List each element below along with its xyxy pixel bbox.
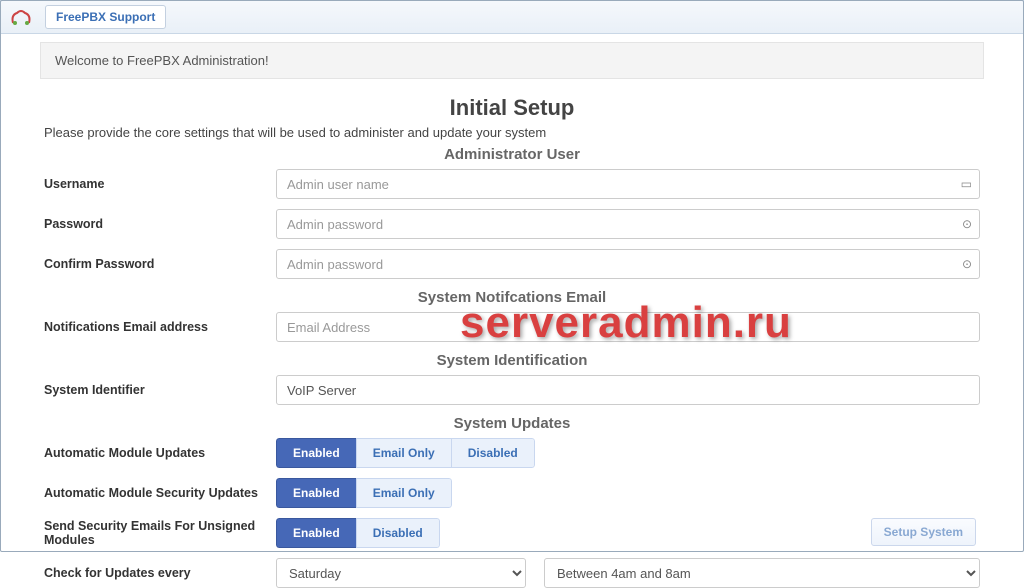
- auto-updates-disabled[interactable]: Disabled: [451, 438, 535, 468]
- label-check-every: Check for Updates every: [44, 566, 276, 580]
- page-title: Initial Setup: [44, 95, 980, 121]
- auto-updates-email-only[interactable]: Email Only: [356, 438, 452, 468]
- send-unsigned-disabled[interactable]: Disabled: [356, 518, 440, 548]
- check-day-select[interactable]: Saturday: [276, 558, 526, 588]
- auto-sec-updates-enabled[interactable]: Enabled: [276, 478, 357, 508]
- section-admin-user: Administrator User: [44, 146, 980, 163]
- auto-sec-updates-email-only[interactable]: Email Only: [356, 478, 452, 508]
- freepbx-logo-icon: [9, 7, 33, 27]
- label-system-id: System Identifier: [44, 383, 276, 397]
- send-unsigned-toggle: Enabled Disabled: [276, 518, 440, 548]
- auto-updates-toggle: Enabled Email Only Disabled: [276, 438, 535, 468]
- auto-sec-updates-toggle: Enabled Email Only: [276, 478, 452, 508]
- label-confirm-password: Confirm Password: [44, 257, 276, 271]
- section-updates: System Updates: [44, 415, 980, 432]
- auto-updates-enabled[interactable]: Enabled: [276, 438, 357, 468]
- topbar: FreePBX Support: [0, 0, 1024, 34]
- label-auto-sec-updates: Automatic Module Security Updates: [44, 486, 276, 500]
- key-icon: ⊙: [962, 257, 972, 271]
- section-identification: System Identification: [44, 352, 980, 369]
- intro-text: Please provide the core settings that wi…: [44, 125, 980, 140]
- send-unsigned-enabled[interactable]: Enabled: [276, 518, 357, 548]
- notif-email-field[interactable]: [276, 312, 980, 342]
- confirm-password-field[interactable]: [276, 249, 980, 279]
- setup-system-button[interactable]: Setup System: [871, 518, 976, 546]
- label-password: Password: [44, 217, 276, 231]
- label-send-unsigned: Send Security Emails For Unsigned Module…: [44, 519, 276, 547]
- label-auto-updates: Automatic Module Updates: [44, 446, 276, 460]
- label-username: Username: [44, 177, 276, 191]
- key-icon: ⊙: [962, 217, 972, 231]
- username-field[interactable]: [276, 169, 980, 199]
- section-notifications: System Notifcations Email: [44, 289, 980, 306]
- label-notif-email: Notifications Email address: [44, 320, 276, 334]
- support-tab[interactable]: FreePBX Support: [45, 5, 166, 29]
- system-id-field[interactable]: [276, 375, 980, 405]
- welcome-message: Welcome to FreePBX Administration!: [40, 42, 984, 79]
- contact-icon: ▭: [961, 177, 972, 191]
- password-field[interactable]: [276, 209, 980, 239]
- check-time-select[interactable]: Between 4am and 8am: [544, 558, 980, 588]
